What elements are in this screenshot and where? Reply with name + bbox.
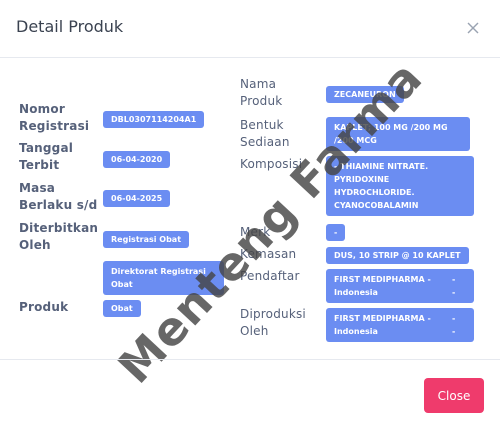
value-diterbitkan-oleh: Registrasi Obat xyxy=(103,231,190,248)
label-diproduksi-oleh: Diproduksi Oleh xyxy=(240,307,306,338)
value-bentuk-sediaan: KAPLET; 100 MG /200 MG /200 MCG xyxy=(326,117,470,151)
value-diterbitkan-oleh-direktorat: Direktorat Registrasi Obat xyxy=(103,261,224,295)
value-diproduksi-oleh-suffix: - - xyxy=(452,314,456,336)
modal-footer: Close xyxy=(0,359,500,428)
value-merk: - xyxy=(326,224,346,241)
label-kemasan: Kemasan xyxy=(240,247,297,261)
value-masa-berlaku: 06-04-2025 xyxy=(103,190,171,207)
value-kemasan: DUS, 10 STRIP @ 10 KAPLET xyxy=(326,247,469,264)
label-nomor-registrasi: Nomor Registrasi xyxy=(19,102,90,133)
value-diproduksi-oleh: FIRST MEDIPHARMA - Indonesia - - xyxy=(326,308,474,342)
close-icon[interactable] xyxy=(464,19,482,37)
close-button[interactable]: Close xyxy=(424,378,484,413)
product-detail-modal: Detail Produk Nomor Registrasi DBL030711… xyxy=(0,0,500,428)
label-diterbitkan-oleh: Diterbitkan Oleh xyxy=(19,221,99,252)
value-produk: Obat xyxy=(103,300,141,317)
modal-title: Detail Produk xyxy=(16,17,124,36)
value-diproduksi-oleh-text: FIRST MEDIPHARMA - Indonesia xyxy=(334,314,431,336)
value-pendaftar-text: FIRST MEDIPHARMA - Indonesia xyxy=(334,275,431,297)
label-merk: Merk xyxy=(240,225,271,239)
value-nomor-registrasi: DBL0307114204A1 xyxy=(103,111,205,128)
label-nama-produk: Nama Produk xyxy=(240,77,283,108)
label-tanggal-terbit: Tanggal Terbit xyxy=(19,141,74,172)
label-komposisi: Komposisi xyxy=(240,157,303,171)
label-pendaftar: Pendaftar xyxy=(240,269,300,283)
value-nama-produk: ZECANEURON xyxy=(326,86,404,103)
label-produk: Produk xyxy=(19,300,69,314)
value-tanggal-terbit: 06-04-2020 xyxy=(103,151,171,168)
value-komposisi: - THIAMINE NITRATE. PYRIDOXINE HYDROCHLO… xyxy=(326,156,474,216)
modal-header: Detail Produk xyxy=(0,0,500,58)
value-pendaftar: FIRST MEDIPHARMA - Indonesia - - xyxy=(326,269,474,303)
label-masa-berlaku: Masa Berlaku s/d xyxy=(19,181,98,212)
value-pendaftar-suffix: - - xyxy=(452,275,456,297)
label-bentuk-sediaan: Bentuk Sediaan xyxy=(240,118,290,149)
